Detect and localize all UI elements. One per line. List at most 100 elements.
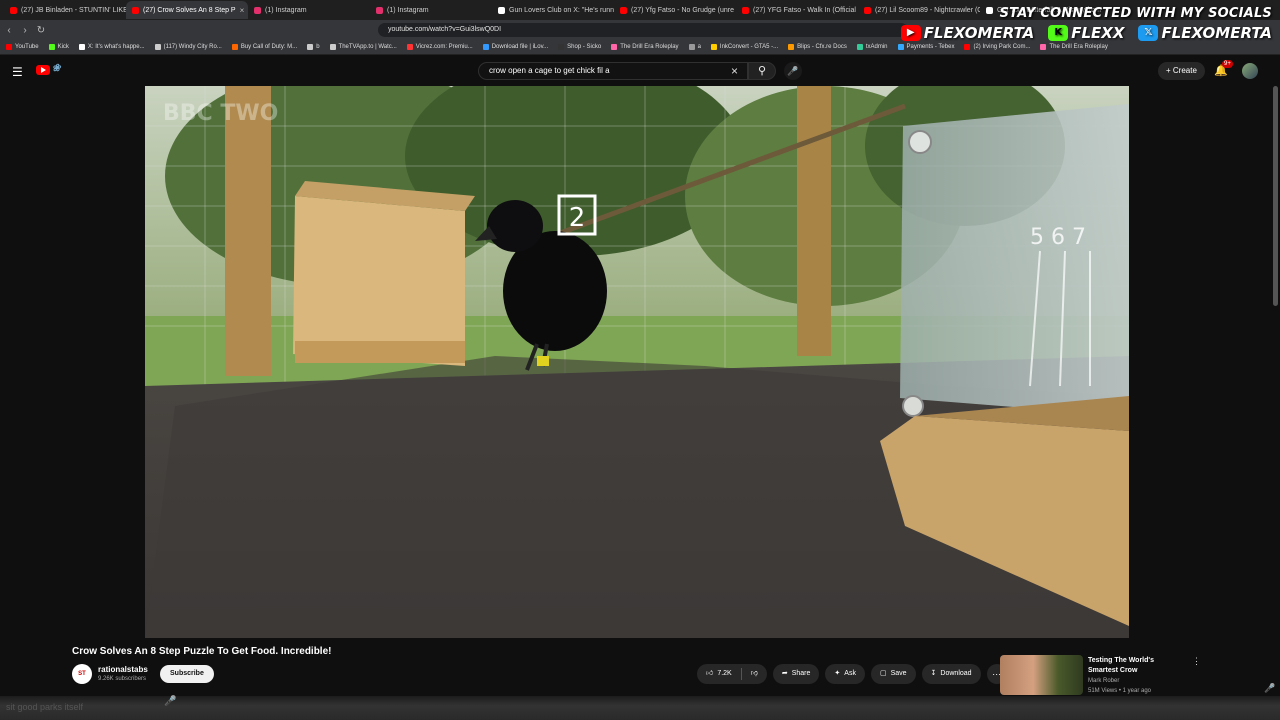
- bookmark-favicon-icon: [710, 44, 717, 50]
- back-arrow-icon[interactable]: ‹: [2, 25, 16, 36]
- create-button[interactable]: + Create: [1158, 62, 1205, 80]
- bookmark-favicon-icon: [78, 44, 85, 50]
- bookmark-item[interactable]: Kick: [48, 44, 69, 50]
- bookmark-label: Download file | iLov...: [491, 44, 549, 50]
- video-frame: 2 BBC TWO 5 6 7: [145, 86, 1129, 638]
- bookmark-item[interactable]: YouTube: [6, 44, 39, 50]
- clear-search-icon[interactable]: ×: [731, 64, 738, 78]
- browser-tab[interactable]: Gun Lovers Club on X: "He's running: [492, 1, 614, 19]
- bookmark-item[interactable]: Download file | iLov...: [482, 44, 549, 50]
- bottom-strip: [0, 696, 1280, 720]
- share-label: Share: [791, 670, 811, 677]
- browser-tab[interactable]: (27) Yfg Fatso - No Grudge (unre: [614, 1, 736, 19]
- recommended-channel[interactable]: Mark Rober: [1088, 678, 1119, 684]
- tab-favicon-icon: [376, 6, 383, 14]
- video-player[interactable]: 2 BBC TWO 5 6 7: [145, 86, 1129, 638]
- bookmark-favicon-icon: [6, 44, 12, 50]
- bookmark-label: The Drill Era Roleplay: [620, 44, 679, 50]
- channel-name[interactable]: rationalstabs: [98, 665, 148, 674]
- bookmark-label: InkConvert - GTA5 -...: [719, 44, 779, 50]
- thumbs-up-icon: 👍︎: [706, 670, 714, 677]
- browser-tab[interactable]: (1) Instagram: [248, 1, 370, 19]
- bookmark-favicon-icon: [611, 44, 618, 50]
- mic-icon[interactable]: 🎤: [164, 696, 176, 707]
- browser-tab[interactable]: (27) Crow Solves An 8 Step P ×: [126, 1, 248, 19]
- recommended-title[interactable]: Testing The World's Smartest Crow: [1088, 656, 1184, 676]
- bookmark-item[interactable]: X: It's what's happe...: [78, 44, 145, 50]
- dislike-button[interactable]: 👎︎: [742, 664, 767, 684]
- bottom-caption: sit good parks itself: [6, 702, 84, 712]
- share-icon: ➦: [781, 670, 788, 677]
- bookmark-item[interactable]: Payments - Tebex: [897, 44, 954, 50]
- youtube-icon: ▶: [900, 25, 921, 41]
- menu-icon[interactable]: ☰: [12, 65, 23, 79]
- bookmark-favicon-icon: [482, 44, 489, 50]
- bookmark-label: TheTVApp.to | Watc...: [338, 44, 397, 50]
- video-title: Crow Solves An 8 Step Puzzle To Get Food…: [72, 646, 332, 657]
- ask-button[interactable]: ✦ Ask: [825, 664, 865, 684]
- bottom-mic-icon[interactable]: 🎤: [1264, 683, 1275, 694]
- bookmark-item[interactable]: txAdmin: [856, 44, 888, 50]
- tab-label: (27) YFG Fatso - Walk In (Official Mu: [753, 6, 858, 14]
- bookmark-item[interactable]: Blips - Cfx.re Docs: [788, 44, 847, 50]
- kick-icon: K: [1048, 25, 1069, 41]
- socials-heading: STAY CONNECTED WITH MY SOCIALS: [999, 6, 1272, 21]
- recommended-menu-icon[interactable]: ⋮: [1192, 656, 1201, 667]
- video-actions: 👍︎ 7.2K 👎︎ ➦ Share ✦ Ask ▢ Save ↧ Download ⋯: [697, 664, 1007, 684]
- browser-tab[interactable]: (27) YFG Fatso - Walk In (Official Mu: [736, 1, 858, 19]
- youtube-doodle-icon[interactable]: ❀: [52, 63, 60, 74]
- save-button[interactable]: ▢ Save: [870, 664, 916, 684]
- bookmark-item[interactable]: Vicrez.com: Premiu...: [406, 44, 473, 50]
- bookmark-item[interactable]: Buy Call of Duty: M...: [231, 44, 298, 50]
- bookmark-label: txAdmin: [865, 44, 888, 50]
- youtube-logo-icon[interactable]: [36, 65, 50, 75]
- bookmark-item[interactable]: Shop - Sicko: [558, 44, 601, 50]
- bookmark-item[interactable]: (2) Irving Park Com...: [964, 44, 1030, 50]
- subscribe-button[interactable]: Subscribe: [160, 665, 214, 683]
- x-icon: 𝕏: [1138, 25, 1159, 41]
- search-input[interactable]: crow open a cage to get chick fil a: [478, 62, 748, 80]
- bookmark-label: Vicrez.com: Premiu...: [415, 44, 473, 50]
- bookmark-item[interactable]: The Drill Era Roleplay: [1040, 44, 1108, 50]
- tab-favicon-icon: [620, 6, 627, 14]
- bookmark-favicon-icon: [329, 44, 336, 50]
- bookmark-item[interactable]: InkConvert - GTA5 -...: [710, 44, 779, 50]
- bookmark-item[interactable]: a: [688, 44, 701, 50]
- tab-favicon-icon: [254, 6, 261, 14]
- bookmark-label: Buy Call of Duty: M...: [240, 44, 298, 50]
- bookmark-item[interactable]: (117) Windy City Ro...: [154, 44, 222, 50]
- bookmark-label: X: It's what's happe...: [87, 44, 145, 50]
- sign-number-label: 2: [569, 203, 586, 233]
- like-button[interactable]: 👍︎ 7.2K: [697, 664, 741, 684]
- search-button[interactable]: ⚲: [748, 62, 776, 80]
- download-button[interactable]: ↧ Download: [921, 664, 981, 684]
- page-scrollbar[interactable]: [1273, 86, 1278, 306]
- share-button[interactable]: ➦ Share: [772, 664, 820, 684]
- bookmark-favicon-icon: [964, 44, 971, 50]
- bookmark-favicon-icon: [231, 44, 238, 50]
- account-avatar[interactable]: [1242, 63, 1258, 79]
- channel-avatar[interactable]: ST: [72, 664, 92, 684]
- bookmark-favicon-icon: [406, 44, 413, 50]
- bookmark-item[interactable]: The Drill Era Roleplay: [611, 44, 679, 50]
- tab-favicon-icon: [132, 6, 139, 14]
- browser-tab[interactable]: (27) JB Binladen - STUNTIN' LIKE MY: [4, 1, 126, 19]
- browser-tab[interactable]: (1) Instagram: [370, 1, 492, 19]
- close-tab-icon[interactable]: ×: [240, 6, 245, 15]
- channel-subscriber-count: 9.26K subscribers: [98, 676, 147, 682]
- forward-arrow-icon[interactable]: ›: [18, 25, 32, 36]
- video-watermark: BBC TWO: [163, 101, 278, 126]
- acrylic-ruler-numbers: 5 6 7: [1030, 225, 1086, 250]
- bookmark-item[interactable]: b: [307, 44, 320, 50]
- like-count: 7.2K: [717, 670, 732, 677]
- overlay-youtube: ▶ FLEXOMERTA: [900, 24, 1034, 42]
- tab-label: (27) Crow Solves An 8 Step P: [143, 6, 236, 14]
- recommended-thumbnail[interactable]: [1000, 655, 1083, 695]
- url-field[interactable]: youtube.com/watch?v=Gui3lswQ0DI: [378, 23, 908, 37]
- tab-label: (27) JB Binladen - STUNTIN' LIKE MY: [21, 6, 126, 14]
- bookmarks-bar: YouTube Kick X: It's what's happe... (117) …: [0, 40, 1280, 55]
- tab-label: (27) Yfg Fatso - No Grudge (unre: [631, 6, 734, 14]
- bookmark-item[interactable]: TheTVApp.to | Watc...: [329, 44, 397, 50]
- reload-icon[interactable]: ↻: [34, 25, 48, 36]
- voice-search-icon[interactable]: 🎤: [784, 62, 802, 80]
